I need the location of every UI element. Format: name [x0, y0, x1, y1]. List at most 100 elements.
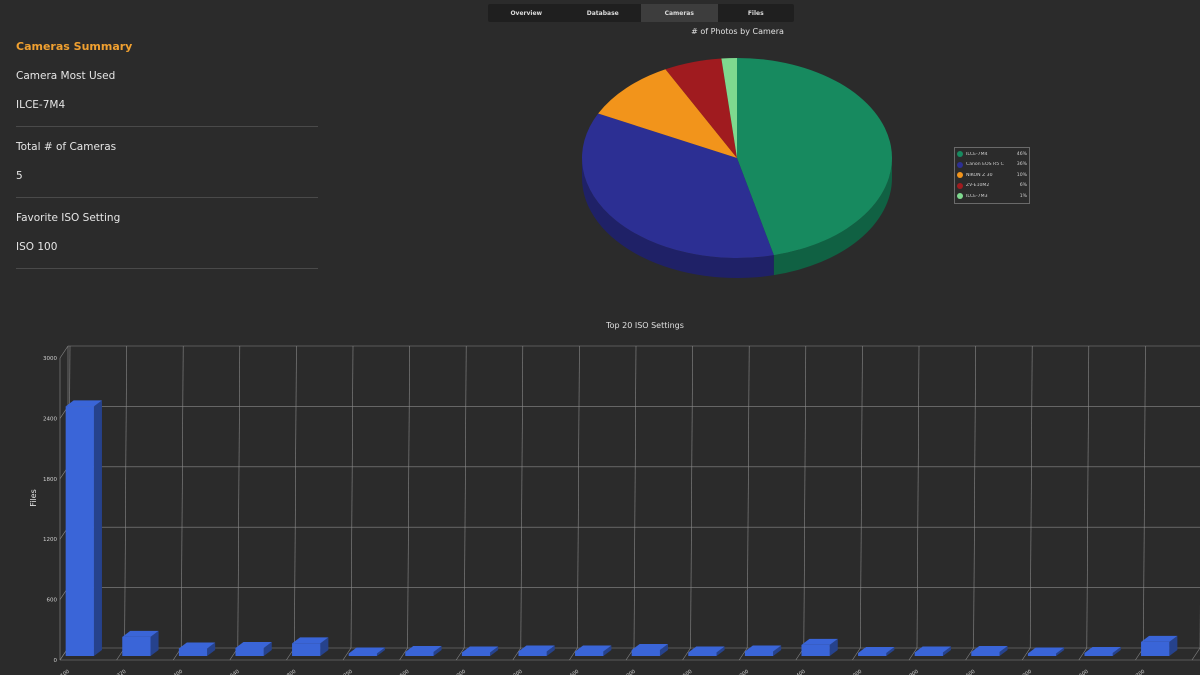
tab-database[interactable]: Database [565, 4, 642, 22]
bar-front [858, 652, 887, 656]
bar[interactable] [292, 637, 329, 656]
y-tick-label: 3000 [43, 356, 57, 362]
x-tick-label: ISO 4500 [671, 669, 693, 675]
y-tick-label: 1800 [43, 477, 57, 483]
y-tick-label: 2400 [43, 416, 57, 422]
legend-percent: 1% [1019, 193, 1027, 199]
legend-item[interactable]: ZV-E10M2 6% [957, 181, 1027, 192]
bar-front [631, 649, 660, 656]
bar[interactable] [235, 641, 272, 656]
most-used-label: Camera Most Used [16, 70, 116, 82]
bar[interactable] [1084, 646, 1121, 656]
x-tick-label: ISO 8000 [841, 669, 863, 675]
gridline [860, 345, 863, 649]
gridline [520, 345, 524, 649]
bar-front [461, 652, 491, 656]
legend-percent: 46% [1016, 151, 1027, 157]
legend-swatch [957, 193, 963, 200]
bar[interactable] [405, 645, 442, 656]
gridline [124, 345, 127, 649]
y-tick-label: 0 [54, 658, 58, 664]
pie-legend: ILCE-7M4 46% Canon EOS R5 C 36% NIKON Z … [954, 147, 1030, 204]
gridline [1086, 345, 1090, 649]
y-axis-label: Files [29, 489, 38, 507]
bar[interactable] [178, 642, 216, 656]
x-tick-label: ISO 4000 [615, 669, 637, 675]
legend-percent: 10% [1016, 172, 1027, 178]
bar-front [65, 406, 94, 656]
tab-overview[interactable]: Overview [488, 4, 565, 22]
gridline [59, 345, 69, 359]
x-tick-label: ISO 400 [164, 669, 184, 675]
x-tick-label: ISO 3200 [501, 669, 523, 675]
x-tick-label: ISO 320 [108, 669, 128, 675]
gridline [746, 345, 750, 649]
bar[interactable] [744, 645, 782, 656]
bar[interactable] [122, 630, 159, 656]
y-tick-label: 600 [47, 598, 58, 604]
bar[interactable] [1141, 635, 1178, 656]
bar[interactable] [65, 400, 102, 656]
bar[interactable] [801, 638, 838, 656]
bar-front [518, 651, 547, 656]
bar-side [93, 400, 102, 656]
gridline [803, 345, 807, 649]
legend-swatch [957, 182, 963, 189]
bar-chart-title: Top 20 ISO Settings [606, 321, 684, 330]
tab-files[interactable]: Files [718, 4, 795, 22]
iso-bar-chart: 0 600 1200 1800 2400 3000 Files ISO 100 ISO 320 I… [29, 345, 1200, 675]
bar[interactable] [631, 643, 668, 656]
bar-front [348, 653, 377, 656]
x-tick-label: ISO 2500 [388, 669, 410, 675]
most-used-block: Camera Most Used ILCE-7M4 [16, 67, 318, 127]
legend-label: Canon EOS R5 C [966, 162, 1004, 168]
legend-label: ILCE-7M4 [966, 151, 988, 157]
legend-label: ZV-E10M2 [966, 183, 990, 189]
legend-label: NIKON Z 30 [966, 172, 993, 178]
bar[interactable] [575, 645, 612, 656]
gridline [1191, 647, 1200, 661]
bar[interactable] [971, 645, 1008, 656]
gridline [237, 345, 241, 649]
summary-title: Cameras Summary [16, 40, 133, 53]
bar-front [292, 643, 321, 656]
gridline [973, 345, 976, 649]
gridline [1143, 345, 1146, 649]
legend-percent: 36% [1016, 162, 1027, 168]
bar-front [122, 636, 151, 656]
x-tick-label: ISO 3600 [558, 669, 580, 675]
y-tick-label: 1200 [43, 537, 57, 543]
x-tick-label: ISO 800 [278, 669, 298, 675]
cameras-summary-panel: Cameras Summary Camera Most Used ILCE-7M… [16, 38, 318, 269]
bar[interactable] [518, 645, 555, 656]
x-tick-label: ISO 2000 [445, 669, 467, 675]
x-tick-label: ISO 6400 [784, 669, 806, 675]
x-tick-label: ISO 45600 [1065, 669, 1090, 675]
gridline [633, 345, 637, 649]
pie-chart-title: # of Photos by Camera [691, 27, 784, 36]
bar-front [688, 652, 717, 656]
legend-percent: 6% [1019, 183, 1027, 189]
legend-item[interactable]: ILCE-7M4 46% [957, 149, 1027, 160]
legend-item[interactable]: NIKON Z 30 10% [957, 170, 1027, 181]
x-tick-label: ISO 51200 [1121, 669, 1146, 675]
pie-chart [582, 58, 893, 278]
bar-front [235, 647, 264, 656]
bar-front [575, 651, 604, 656]
legend-item[interactable]: Canon EOS R5 C 36% [957, 160, 1027, 171]
tab-bar: Overview Database Cameras Files [488, 4, 794, 22]
bar-front [914, 652, 943, 656]
bar[interactable] [1027, 647, 1065, 656]
x-tick-label: ISO 1250 [332, 669, 354, 675]
legend-item[interactable]: ILCE-7M3 1% [957, 191, 1027, 202]
bar[interactable] [348, 647, 385, 656]
x-tick-label: ISO 5000 [728, 669, 750, 675]
total-cameras-value: 5 [16, 170, 23, 182]
gridline [1029, 345, 1033, 649]
bar-front [1084, 652, 1113, 656]
bar[interactable] [858, 646, 895, 656]
bar-front [744, 651, 774, 656]
gridline [294, 345, 297, 649]
tab-cameras[interactable]: Cameras [641, 4, 718, 22]
legend-swatch [957, 161, 963, 168]
